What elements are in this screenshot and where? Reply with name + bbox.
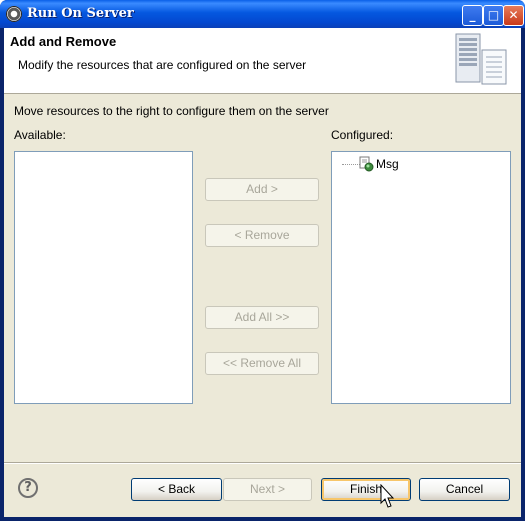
- page-title: Add and Remove: [10, 34, 117, 49]
- back-button[interactable]: < Back: [131, 478, 222, 501]
- maximize-icon: □: [487, 8, 500, 22]
- window-title: Run On Server: [27, 6, 134, 21]
- remove-button[interactable]: < Remove: [205, 224, 319, 247]
- list-item-label: Msg: [376, 157, 399, 171]
- dialog-window: Run On Server _ □ ✕ Add and Remove Modif…: [0, 0, 525, 521]
- maximize-button[interactable]: □: [483, 5, 504, 26]
- configured-label: Configured:: [331, 128, 394, 142]
- page-description: Modify the resources that are configured…: [18, 58, 307, 72]
- server-icon: [455, 33, 507, 85]
- finish-button[interactable]: Finish: [321, 478, 411, 501]
- help-icon[interactable]: ?: [18, 478, 38, 498]
- web-module-icon: [359, 156, 374, 172]
- close-icon: ✕: [508, 8, 519, 22]
- available-list[interactable]: [14, 151, 193, 404]
- remove-all-button[interactable]: << Remove All: [205, 352, 319, 375]
- minimize-button[interactable]: _: [462, 5, 483, 26]
- minimize-icon: _: [469, 8, 476, 22]
- title-bar[interactable]: Run On Server _ □ ✕: [0, 0, 525, 28]
- header-banner: Add and Remove Modify the resources that…: [4, 28, 521, 94]
- available-label: Available:: [14, 128, 66, 142]
- add-all-button[interactable]: Add All >>: [205, 306, 319, 329]
- dialog-body: Add and Remove Modify the resources that…: [4, 28, 521, 517]
- cancel-button[interactable]: Cancel: [419, 478, 510, 501]
- configured-list[interactable]: Msg: [331, 151, 511, 404]
- eclipse-gear-icon: [6, 6, 22, 22]
- mouse-pointer-icon: [380, 484, 395, 508]
- close-button[interactable]: ✕: [503, 5, 524, 26]
- next-button[interactable]: Next >: [223, 478, 312, 501]
- add-button[interactable]: Add >: [205, 178, 319, 201]
- separator: [4, 462, 521, 464]
- instruction-text: Move resources to the right to configure…: [14, 104, 329, 118]
